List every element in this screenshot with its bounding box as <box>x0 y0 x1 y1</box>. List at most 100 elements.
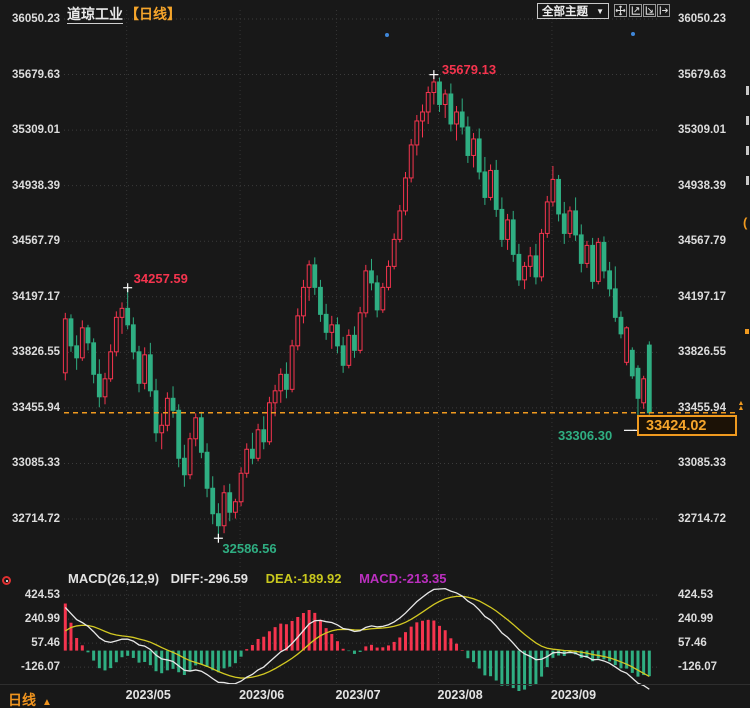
indicator-settings-icon[interactable] <box>2 576 11 585</box>
macd-histogram-bar <box>342 649 345 651</box>
macd-histogram-bar <box>268 631 271 650</box>
macd-histogram-bar <box>274 627 277 650</box>
macd-histogram-bar <box>546 651 549 668</box>
macd-axis-label: 240.99 <box>678 613 742 625</box>
price-axis-label: 35679.63 <box>2 69 60 81</box>
macd-histogram-bar <box>257 639 260 651</box>
time-axis-label: 2023/09 <box>551 688 611 702</box>
macd-histogram-bar <box>551 651 554 658</box>
macd-histogram-bar <box>370 645 373 651</box>
macd-histogram-bar <box>132 651 135 658</box>
macd-histogram-bar <box>557 651 560 656</box>
macd-histogram-bar <box>376 648 379 651</box>
period-tag: 【日线】 <box>125 6 181 22</box>
macd-axis-label: 424.53 <box>678 589 742 601</box>
macd-histogram-bar <box>279 624 282 651</box>
macd-histogram-bar <box>336 641 339 650</box>
macd-dea-value: DEA:-189.92 <box>266 571 342 586</box>
macd-histogram-bar <box>109 651 112 669</box>
macd-histogram-bar <box>364 646 367 650</box>
shift-right-icon[interactable] <box>657 4 670 17</box>
macd-histogram-bar <box>466 651 469 659</box>
price-axis-label: 32714.72 <box>2 513 60 525</box>
macd-histogram-bar <box>597 651 600 659</box>
macd-macd-value: MACD:-213.35 <box>359 571 446 586</box>
macd-histogram-bar <box>602 651 605 660</box>
macd-histogram-bar <box>160 651 163 674</box>
macd-histogram-bar <box>432 621 435 651</box>
move-icon[interactable] <box>614 4 627 17</box>
macd-histogram-bar <box>398 637 401 650</box>
last-price-value: 33424.02 <box>646 418 706 434</box>
macd-histogram-bar <box>234 651 237 664</box>
footer-divider <box>0 684 750 685</box>
macd-histogram-bar <box>319 620 322 651</box>
macd-histogram-bar <box>138 651 141 663</box>
macd-histogram-bar <box>302 613 305 651</box>
macd-histogram-bar <box>631 651 634 673</box>
price-axis-label: 32714.72 <box>678 513 742 525</box>
price-axis-label: 33826.55 <box>2 346 60 358</box>
macd-histogram-bar <box>512 651 515 688</box>
macd-histogram-bar <box>115 651 118 663</box>
macd-histogram-bar <box>636 651 639 677</box>
macd-histogram-bar <box>495 651 498 681</box>
price-axis-label: 36050.23 <box>678 13 742 25</box>
macd-axis-label: -126.07 <box>678 661 742 673</box>
themes-dropdown-label: 全部主题 <box>542 3 588 19</box>
macd-histogram-bar <box>177 651 180 673</box>
macd-histogram-bar <box>240 651 243 657</box>
macd-histogram-bar <box>206 651 209 667</box>
macd-histogram-bar <box>472 651 475 662</box>
price-axis-label: 35309.01 <box>2 124 60 136</box>
scale-up-icon[interactable] <box>629 4 642 17</box>
macd-histogram-bar <box>574 651 577 655</box>
stock-chart-app: 道琼工业【日线】 全部主题 ▼ 36050.23 35679.63 35309.01… <box>0 0 750 708</box>
price-up-arrows-icon[interactable]: ▲▲ <box>736 401 746 411</box>
macd-histogram-bar <box>444 630 447 650</box>
macd-histogram-bar <box>427 620 430 651</box>
macd-histogram-bar <box>103 651 106 671</box>
price-axis-label: 34197.17 <box>678 291 742 303</box>
symbol-name[interactable]: 道琼工业 <box>67 6 123 24</box>
tab-daily[interactable]: 日线▲ <box>8 690 52 708</box>
macd-histogram-bar <box>308 610 311 651</box>
macd-histogram-bar <box>86 651 89 653</box>
macd-histogram-bar <box>166 651 169 671</box>
macd-histogram-bar <box>500 651 503 686</box>
clipped-marker-fragment <box>745 329 749 334</box>
diff-line <box>65 589 649 690</box>
macd-histogram-bar <box>81 645 84 650</box>
price-axis-label: 33455.94 <box>2 402 60 414</box>
macd-histogram-bar <box>172 651 175 669</box>
macd-histogram-bar <box>580 651 583 658</box>
macd-histogram-bar <box>506 651 509 686</box>
page-title: 道琼工业【日线】 <box>67 4 181 24</box>
macd-histogram-bar <box>296 617 299 651</box>
macd-histogram-bar <box>625 651 628 669</box>
recent-low-label: 33306.30 <box>558 428 612 443</box>
macd-histogram-bar <box>415 622 418 650</box>
macd-histogram-bar <box>449 638 452 650</box>
macd-histogram-bar <box>563 651 566 656</box>
time-axis-label: 2023/06 <box>239 688 299 702</box>
price-axis-label: 33826.55 <box>678 346 742 358</box>
time-axis-label: 2023/07 <box>335 688 395 702</box>
macd-histogram-bar <box>155 651 158 672</box>
macd-histogram-bar <box>217 651 220 673</box>
clipped-text-fragment <box>746 176 749 185</box>
themes-dropdown[interactable]: 全部主题 ▼ <box>537 3 609 19</box>
macd-histogram-bar <box>608 651 611 662</box>
macd-histogram-bar <box>228 651 231 667</box>
macd-histogram-bar <box>585 651 588 658</box>
macd-header: MACD(26,12,9) DIFF:-296.59 DEA:-189.92 M… <box>68 571 447 586</box>
clipped-text-fragment <box>746 86 749 95</box>
macd-histogram-bar <box>421 621 424 651</box>
macd-histogram-bar <box>211 651 214 671</box>
macd-histogram-bar <box>534 651 537 685</box>
price-axis-label: 34567.79 <box>678 235 742 247</box>
price-axis-label: 34567.79 <box>2 235 60 247</box>
macd-histogram-bar <box>92 651 95 661</box>
macd-histogram-bar <box>126 651 129 656</box>
scale-down-icon[interactable] <box>643 4 656 17</box>
